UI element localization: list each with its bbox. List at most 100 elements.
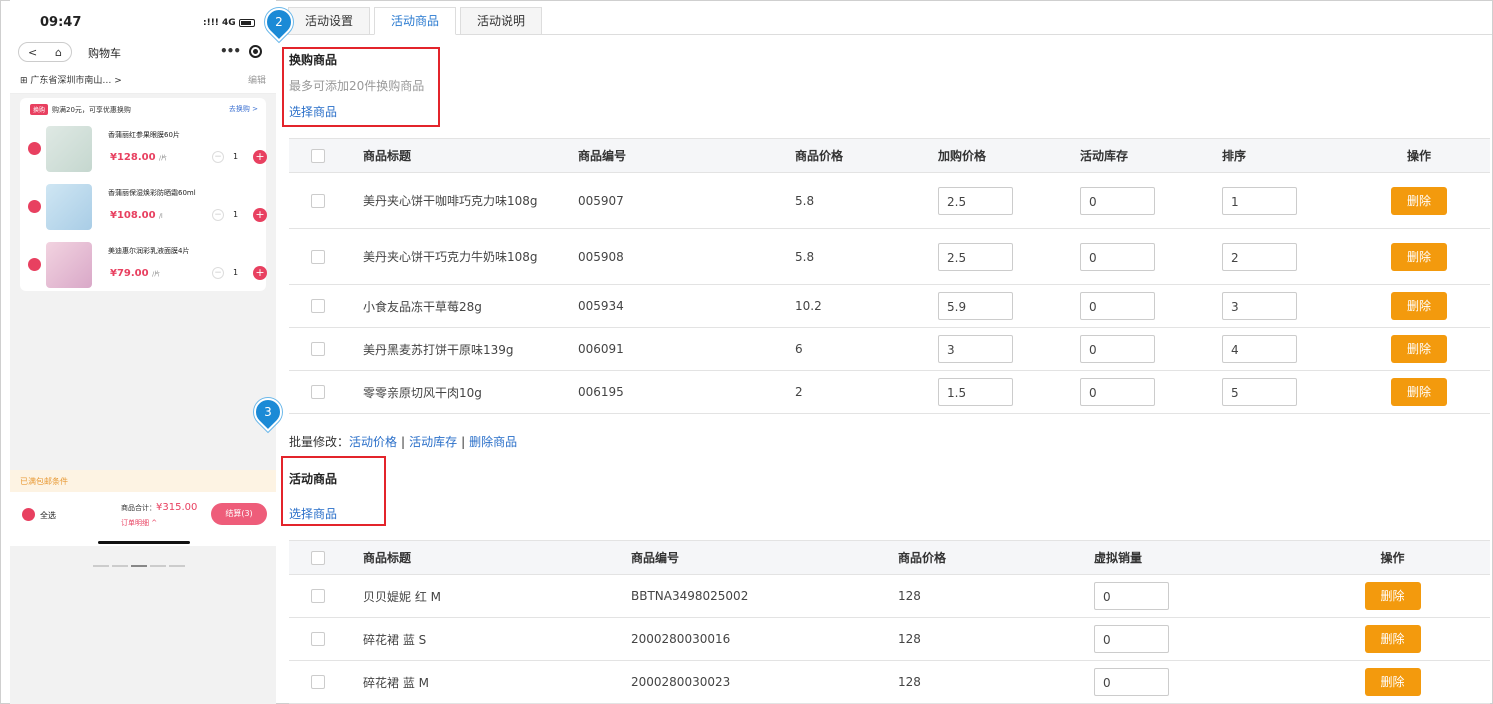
promo-tag: 换购 — [30, 104, 49, 115]
batch-price-link[interactable]: 活动价格 — [349, 435, 397, 449]
qty-minus[interactable]: − — [212, 209, 224, 221]
select-exchange-products-link[interactable]: 选择商品 — [289, 103, 337, 120]
delete-button[interactable]: 删除 — [1391, 242, 1447, 271]
row-checkbox[interactable] — [311, 589, 325, 604]
col-header-code: 商品编号 — [562, 138, 779, 173]
qty-minus[interactable]: − — [212, 151, 224, 163]
cell-code: 005934 — [562, 284, 779, 328]
delete-button[interactable]: 删除 — [1391, 378, 1447, 406]
sort-input[interactable]: 5 — [1222, 378, 1297, 406]
sort-input[interactable]: 2 — [1222, 242, 1297, 271]
back-icon[interactable]: < — [28, 46, 37, 59]
select-activity-products-link[interactable]: 选择商品 — [289, 505, 337, 522]
activity-section-title: 活动商品 — [289, 472, 338, 486]
stock-input[interactable]: 0 — [1080, 186, 1155, 215]
add-price-input[interactable]: 3 — [938, 335, 1013, 363]
select-all-checkbox[interactable] — [311, 550, 325, 565]
add-price-input[interactable]: 2.5 — [938, 242, 1013, 271]
item-check[interactable] — [28, 142, 41, 155]
add-price-input[interactable]: 5.9 — [938, 292, 1013, 320]
col-header-price: 商品价格 — [882, 540, 1078, 575]
signal-icon: :!!! 4G — [203, 18, 236, 28]
status-bar: 09:47 :!!! 4G — [10, 0, 276, 40]
table-row: 美丹黑麦苏打饼干原味139g 006091 6 3 0 4 删除 — [289, 327, 1490, 371]
phone-preview: 09:47 :!!! 4G < ⌂ 购物车 ••• ⊞ 广东省深圳市南山… > … — [10, 0, 276, 704]
table-row: 小食友品冻干草莓28g 005934 10.2 5.9 0 3 删除 — [289, 284, 1490, 328]
delete-button[interactable]: 删除 — [1364, 668, 1421, 696]
delete-button[interactable]: 删除 — [1364, 625, 1421, 653]
table-row: 美丹夹心饼干咖啡巧克力味108g 005907 5.8 2.5 0 1 删除 — [289, 172, 1490, 229]
home-icon[interactable]: ⌂ — [55, 46, 62, 59]
row-checkbox[interactable] — [311, 299, 325, 314]
qty-plus[interactable]: + — [253, 266, 267, 280]
qty-plus[interactable]: + — [253, 150, 267, 164]
batch-stock-link[interactable]: 活动库存 — [409, 435, 457, 449]
cell-code: BBTNA3498025002 — [615, 574, 882, 618]
qty-plus[interactable]: + — [253, 208, 267, 222]
tab-activity-description[interactable]: 活动说明 — [460, 7, 543, 35]
item-check[interactable] — [28, 200, 41, 213]
table-row: 碎花裙 蓝 M 2000280030023 128 0 删除 — [289, 660, 1490, 704]
virtual-sales-input[interactable]: 0 — [1094, 625, 1169, 653]
cell-title: 零零亲原切风干肉10g — [347, 370, 562, 414]
batch-separator: | — [461, 435, 466, 449]
item-check[interactable] — [28, 258, 41, 271]
add-price-input[interactable]: 1.5 — [938, 378, 1013, 406]
batch-separator: | — [401, 435, 406, 449]
tab-activity-products[interactable]: 活动商品 — [374, 7, 457, 35]
table-row: 贝贝媞妮 红 M BBTNA3498025002 128 0 删除 — [289, 574, 1490, 618]
row-checkbox[interactable] — [311, 632, 325, 647]
virtual-sales-input[interactable]: 0 — [1094, 582, 1169, 610]
delete-button[interactable]: 删除 — [1391, 335, 1447, 363]
promo-link[interactable]: 去换购 > — [229, 104, 258, 114]
delete-button[interactable]: 删除 — [1391, 186, 1447, 215]
sort-input[interactable]: 3 — [1222, 292, 1297, 320]
product-thumb — [46, 242, 92, 288]
exchange-section-title: 换购商品 — [289, 53, 338, 67]
select-all-label[interactable]: 全选 — [40, 510, 56, 521]
stock-input[interactable]: 0 — [1080, 242, 1155, 271]
row-checkbox[interactable] — [311, 342, 325, 357]
exchange-limit-hint: 最多可添加20件换购商品 — [289, 79, 425, 93]
sort-input[interactable]: 4 — [1222, 335, 1297, 363]
tab-activity-settings[interactable]: 活动设置 — [288, 7, 371, 35]
cart-item: 香蒲丽保湿焕彩防晒霜60ml ¥108.00 /l − 1 + — [20, 180, 267, 236]
select-all-check[interactable] — [22, 508, 35, 521]
cart-card: 换购 购满20元，可享优惠换购 去换购 > 香蒲丽红参果眼膜60片 ¥128.0… — [20, 98, 267, 291]
cell-title: 小食友品冻干草莓28g — [347, 284, 562, 328]
col-header-sort: 排序 — [1206, 138, 1348, 173]
qty-minus[interactable]: − — [212, 267, 224, 279]
delete-button[interactable]: 删除 — [1391, 292, 1447, 320]
nav-title: 购物车 — [88, 47, 121, 60]
add-price-input[interactable]: 2.5 — [938, 186, 1013, 215]
edit-link[interactable]: 编辑 — [248, 73, 266, 86]
address-bar[interactable]: ⊞ 广东省深圳市南山… > 编辑 — [10, 64, 276, 94]
cell-title: 碎花裙 蓝 M — [347, 660, 615, 704]
select-all-checkbox[interactable] — [311, 148, 325, 163]
cell-code: 006091 — [562, 327, 779, 371]
order-detail-link[interactable]: 订单明细 ^ — [121, 518, 157, 528]
close-target-icon[interactable] — [249, 45, 262, 58]
stock-input[interactable]: 0 — [1080, 335, 1155, 363]
row-checkbox[interactable] — [311, 675, 325, 690]
checkout-button[interactable]: 结算(3) — [211, 503, 267, 525]
batch-delete-link[interactable]: 删除商品 — [469, 435, 517, 449]
status-time: 09:47 — [40, 15, 82, 30]
row-checkbox[interactable] — [311, 385, 325, 400]
more-icon[interactable]: ••• — [220, 44, 241, 58]
sort-input[interactable]: 1 — [1222, 186, 1297, 215]
virtual-sales-input[interactable]: 0 — [1094, 668, 1169, 696]
nav-pill[interactable]: < ⌂ — [18, 42, 72, 62]
item-price: ¥79.00 /片 — [110, 268, 161, 279]
delete-button[interactable]: 删除 — [1364, 582, 1421, 610]
stock-input[interactable]: 0 — [1080, 292, 1155, 320]
cell-title: 美丹夹心饼干巧克力牛奶味108g — [347, 228, 562, 285]
table-header-row: 商品标题 商品编号 商品价格 虚拟销量 操作 — [289, 540, 1490, 575]
stock-input[interactable]: 0 — [1080, 378, 1155, 406]
row-checkbox[interactable] — [311, 193, 325, 208]
cell-title: 贝贝媞妮 红 M — [347, 574, 615, 618]
battery-icon — [239, 19, 255, 27]
row-checkbox[interactable] — [311, 249, 325, 264]
qty-value: 1 — [233, 210, 239, 219]
cell-price: 5.8 — [779, 228, 922, 285]
